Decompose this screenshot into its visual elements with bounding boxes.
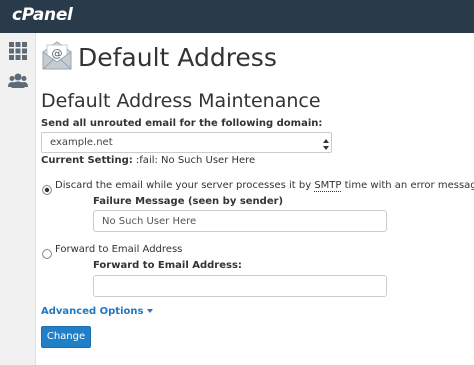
domain-select-value: example.net (50, 137, 113, 148)
main-content: @ Default Address Default Address Mainte… (36, 33, 474, 365)
current-setting-label: Current Setting: (41, 155, 133, 166)
chevron-updown-icon (323, 136, 329, 150)
section-title: Default Address Maintenance (41, 90, 321, 112)
failure-message-input[interactable]: No Such User Here (93, 210, 387, 232)
current-setting-value: :fail: No Such User Here (135, 155, 256, 166)
advanced-options-link[interactable]: Advanced Options (41, 306, 154, 317)
forward-option-label[interactable]: Forward to Email Address (55, 244, 182, 255)
forward-address-input[interactable] (93, 275, 387, 297)
caret-down-icon (147, 309, 154, 313)
smtp-abbr: SMTP (314, 180, 342, 192)
svg-text:@: @ (52, 47, 63, 60)
page-title: Default Address (78, 43, 277, 72)
domain-label: Send all unrouted email for the followin… (41, 118, 323, 129)
domain-select[interactable]: example.net (41, 132, 332, 153)
discard-radio[interactable] (42, 180, 52, 195)
current-setting: Current Setting: :fail: No Such User Her… (41, 155, 255, 166)
sidebar (0, 33, 36, 365)
forward-radio[interactable] (42, 244, 52, 259)
forward-address-label: Forward to Email Address: (93, 260, 242, 271)
failure-message-value: No Such User Here (102, 216, 197, 227)
failure-message-label: Failure Message (seen by sender) (93, 196, 284, 207)
discard-option-label[interactable]: Discard the email while your server proc… (55, 180, 474, 192)
users-icon[interactable] (8, 71, 28, 91)
cpanel-logo[interactable]: cPanel (12, 5, 73, 25)
top-bar: cPanel (0, 0, 474, 33)
email-envelope-icon: @ (41, 39, 73, 71)
change-button[interactable]: Change (41, 326, 91, 348)
grid-icon[interactable] (8, 41, 28, 61)
